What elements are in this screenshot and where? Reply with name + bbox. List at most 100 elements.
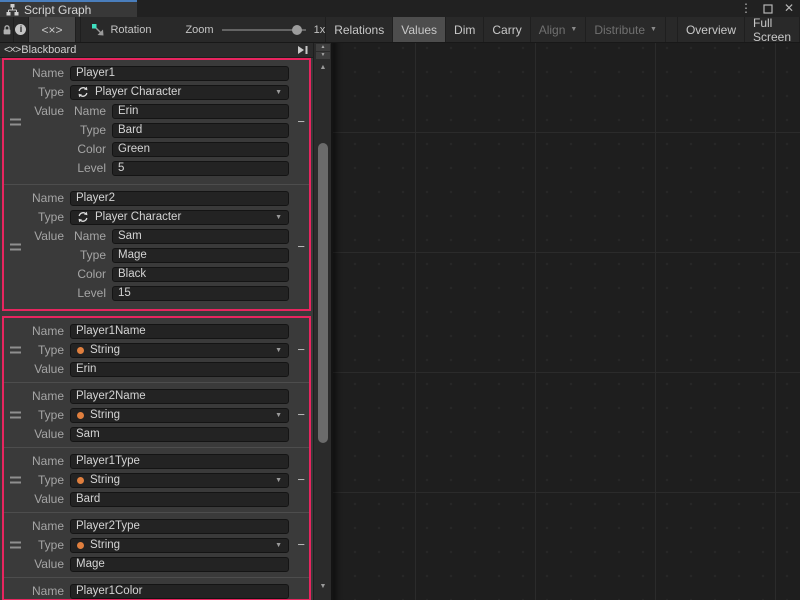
scroll-up-arrow-icon[interactable]: ▲ [314, 64, 332, 71]
chevron-down-icon: ▼ [570, 26, 577, 33]
graph-inspector-toggle-button[interactable]: <×> [29, 17, 77, 42]
align-button[interactable]: Align ▼ [531, 17, 587, 42]
variable-name-field[interactable]: Player1Name [70, 324, 289, 339]
title-bar: Script Graph ⋮ ✕ [0, 0, 800, 17]
value-field[interactable]: Bard [112, 123, 289, 138]
values-button[interactable]: Values [393, 17, 446, 42]
variable-name-field[interactable]: Player1Color [70, 584, 289, 599]
distribute-button[interactable]: Distribute ▼ [586, 17, 666, 42]
name-label: Name [24, 453, 64, 469]
drag-handle-icon[interactable] [10, 347, 21, 354]
maximize-icon[interactable] [763, 4, 773, 14]
remove-variable-button[interactable]: − [297, 475, 305, 485]
name-label: Name [24, 190, 64, 206]
variable-group-player1type[interactable]: Name Player1Type Type String ▼ Value Bar… [4, 447, 309, 512]
type-label: Type [24, 472, 64, 488]
relations-button[interactable]: Relations [325, 17, 393, 42]
remove-variable-button[interactable]: − [297, 410, 305, 420]
script-graph-window: Script Graph ⋮ ✕ i <×> [0, 0, 800, 600]
drag-handle-icon[interactable] [10, 119, 21, 126]
variable-group-player2name[interactable]: Name Player2Name Type String ▼ Value Sam… [4, 382, 309, 447]
name-label: Name [24, 323, 64, 339]
tab-script-graph[interactable]: Script Graph [0, 0, 137, 17]
graph-canvas[interactable] [331, 43, 800, 600]
graph-toolbar: i <×> Rotation Zoom 1x Relations Values … [0, 17, 800, 43]
overview-button[interactable]: Overview [677, 17, 745, 42]
name-label: Name [24, 388, 64, 404]
chevron-down-icon: ▼ [275, 477, 282, 484]
chevron-down-icon: ▼ [650, 26, 657, 33]
value-label: Value [24, 361, 64, 377]
dim-button[interactable]: Dim [446, 17, 484, 42]
variable-name-field[interactable]: Player2 [70, 191, 289, 206]
type-label: Type [24, 342, 64, 358]
value-field[interactable]: Green [112, 142, 289, 157]
zoom-slider[interactable] [222, 24, 306, 36]
lock-button[interactable] [0, 17, 14, 42]
scrollbar-thumb[interactable] [318, 143, 328, 443]
variable-type-dropdown[interactable]: Player Character ▼ [70, 210, 289, 225]
value-field[interactable]: Mage [112, 248, 289, 263]
visual-scripting-logo-icon: <×> [4, 44, 20, 56]
variable-group-player2[interactable]: Name Player2 Type Player Character ▼ [4, 184, 309, 309]
variable-name-field[interactable]: Player2Name [70, 389, 289, 404]
mini-scroll-up-button[interactable]: ▲ [316, 44, 330, 51]
remove-variable-button[interactable]: − [297, 117, 305, 127]
variable-group-player1[interactable]: Name Player1 Type Player Character ▼ [4, 60, 309, 184]
variable-name-field[interactable]: Player1Type [70, 454, 289, 469]
string-type-icon [77, 477, 84, 484]
carry-button[interactable]: Carry [484, 17, 530, 42]
fullscreen-button[interactable]: Full Screen [745, 17, 800, 42]
string-type-icon [77, 542, 84, 549]
variable-type-dropdown[interactable]: String ▼ [70, 408, 289, 423]
variable-value-field[interactable]: Erin [70, 362, 289, 377]
window-menu-icon[interactable]: ⋮ [740, 0, 752, 17]
drag-handle-icon[interactable] [10, 542, 21, 549]
variable-group-player1color[interactable]: Name Player1Color [4, 577, 309, 600]
remove-variable-button[interactable]: − [297, 345, 305, 355]
rotation-control[interactable]: Rotation [80, 17, 161, 42]
remove-variable-button[interactable]: − [297, 540, 305, 550]
variable-group-player2type[interactable]: Name Player2Type Type String ▼ Value Mag… [4, 512, 309, 577]
variable-name-field[interactable]: Player2Type [70, 519, 289, 534]
value-field[interactable]: Sam [112, 229, 289, 244]
zoom-label: Zoom [185, 24, 213, 36]
variable-group-player1name[interactable]: Name Player1Name Type String ▼ Value Eri… [4, 318, 309, 382]
variable-name-field[interactable]: Player1 [70, 66, 289, 81]
variable-type-dropdown[interactable]: String ▼ [70, 538, 289, 553]
variable-value-field[interactable]: Mage [70, 557, 289, 572]
chevron-down-icon: ▼ [275, 347, 282, 354]
drag-handle-icon[interactable] [10, 412, 21, 419]
player-character-type-icon [77, 86, 89, 98]
value-field[interactable]: Black [112, 267, 289, 282]
player-character-type-icon [77, 211, 89, 223]
value-field[interactable]: 15 [112, 286, 289, 301]
remove-variable-button[interactable]: − [297, 242, 305, 252]
variable-type-dropdown[interactable]: String ▼ [70, 473, 289, 488]
chevron-down-icon: ▼ [275, 89, 282, 96]
variable-type-dropdown[interactable]: Player Character ▼ [70, 85, 289, 100]
zoom-slider-thumb[interactable] [292, 25, 302, 35]
variable-value-field[interactable]: Bard [70, 492, 289, 507]
mini-scroll-down-button[interactable]: ▼ [316, 52, 330, 59]
close-icon[interactable]: ✕ [784, 0, 794, 17]
type-label: Type [24, 84, 64, 100]
variable-value-field[interactable]: Sam [70, 427, 289, 442]
drag-handle-icon[interactable] [10, 244, 21, 251]
dock-panel-icon[interactable] [298, 45, 309, 55]
info-button[interactable]: i [14, 17, 28, 42]
value-field[interactable]: 5 [112, 161, 289, 176]
drag-handle-icon[interactable] [10, 477, 21, 484]
info-icon: i [15, 24, 26, 35]
value-label: Value [24, 491, 64, 507]
scroll-down-arrow-icon[interactable]: ▼ [314, 583, 332, 590]
chevron-down-icon: ▼ [275, 214, 282, 221]
blackboard-header: <×> Blackboard [0, 43, 313, 58]
variable-type-dropdown[interactable]: String ▼ [70, 343, 289, 358]
chevron-down-icon: ▼ [275, 542, 282, 549]
string-type-icon [77, 412, 84, 419]
value-field[interactable]: Erin [112, 104, 289, 119]
name-label: Name [24, 65, 64, 81]
graph-icon [6, 4, 19, 16]
selection-outline: Name Player1 Type Player Character ▼ [2, 58, 311, 311]
